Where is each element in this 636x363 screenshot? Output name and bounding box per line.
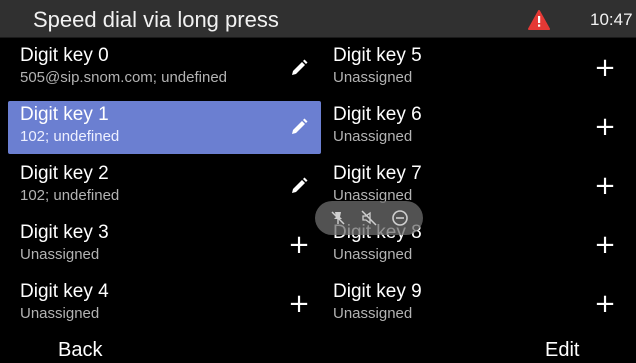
digit-key-0[interactable]: Digit key 0 505@sip.snom.com; undefined [8,42,321,95]
warning-triangle-icon[interactable] [528,10,550,30]
digit-key-value: 505@sip.snom.com; undefined [20,69,228,86]
edit-pencil-icon[interactable] [287,56,311,80]
plus-icon[interactable]: + [287,291,311,317]
plus-icon[interactable]: + [593,55,617,81]
edit-pencil-icon[interactable] [287,115,311,139]
edit-pencil-icon[interactable] [287,174,311,198]
digit-key-2[interactable]: Digit key 2 102; undefined [8,160,321,213]
digit-key-value: Unassigned [20,305,100,322]
digit-key-value: 102; undefined [20,187,120,204]
pin-off-icon [328,208,348,228]
softkey-bar: Back Edit [0,337,636,363]
digit-key-label: Digit key 7 [333,163,422,184]
clock: 10:47 [590,10,633,29]
status-icons-overlay [315,201,423,235]
digit-key-3[interactable]: Digit key 3 Unassigned + [8,219,321,272]
digit-key-label: Digit key 3 [20,222,109,243]
digit-key-label: Digit key 6 [333,104,422,125]
plus-icon[interactable]: + [593,232,617,258]
digit-key-label: Digit key 4 [20,281,109,302]
digit-key-6[interactable]: Digit key 6 Unassigned + [321,101,628,154]
digit-key-value: Unassigned [333,69,413,86]
digit-key-label: Digit key 0 [20,45,109,66]
plus-icon[interactable]: + [593,173,617,199]
digit-key-value: Unassigned [333,305,413,322]
digit-key-4[interactable]: Digit key 4 Unassigned + [8,278,321,331]
digit-key-label: Digit key 5 [333,45,422,66]
plus-icon[interactable]: + [593,291,617,317]
screen-title: Speed dial via long press [33,7,279,32]
back-button[interactable]: Back [58,339,102,362]
digit-key-value: Unassigned [333,246,413,263]
status-bar: Speed dial via long press 10:47 [0,0,636,38]
digit-key-label: Digit key 2 [20,163,109,184]
digit-key-value: Unassigned [20,246,100,263]
plus-icon[interactable]: + [593,114,617,140]
digit-key-label: Digit key 1 [20,104,109,125]
digit-key-value: Unassigned [333,128,413,145]
do-not-disturb-icon [390,208,410,228]
digit-key-label: Digit key 9 [333,281,422,302]
edit-button[interactable]: Edit [545,339,579,362]
digit-key-5[interactable]: Digit key 5 Unassigned + [321,42,628,95]
speaker-muted-icon [359,208,379,228]
digit-key-value: 102; undefined [20,128,120,145]
digit-key-9[interactable]: Digit key 9 Unassigned + [321,278,628,331]
plus-icon[interactable]: + [287,232,311,258]
digit-key-1[interactable]: Digit key 1 102; undefined [8,101,321,154]
